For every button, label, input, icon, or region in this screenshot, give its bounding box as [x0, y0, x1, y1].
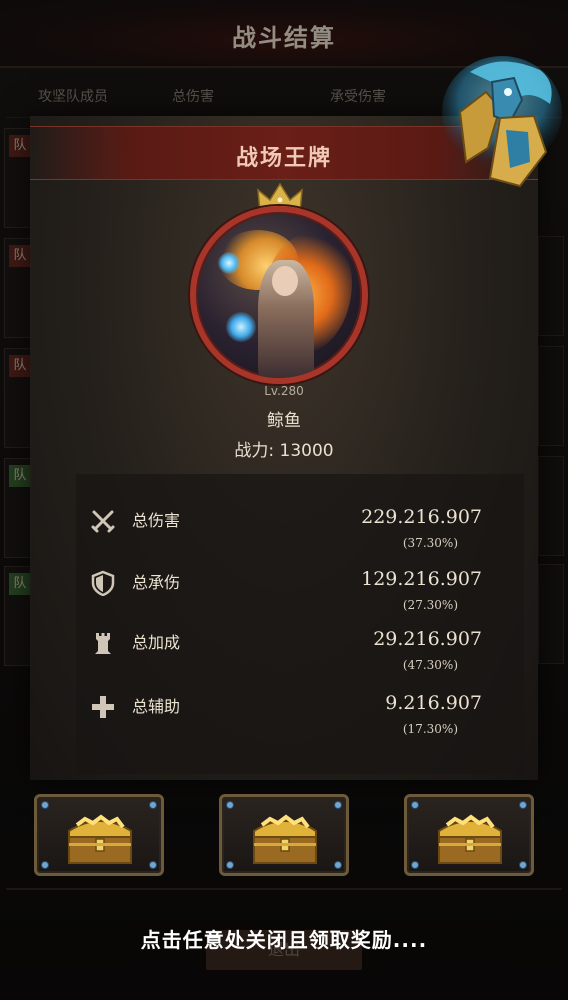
stat-percent: (47.30%): [402, 658, 458, 672]
crossed-swords-icon: [91, 510, 115, 533]
reward-chest-slot[interactable]: [219, 794, 349, 876]
stat-label: 总伤害: [132, 511, 181, 530]
reward-chest-slot[interactable]: [404, 794, 534, 876]
stat-value: 9.216.907: [385, 692, 482, 714]
treasure-chest-icon: [68, 814, 132, 864]
hero-level: Lv.280: [264, 384, 304, 398]
stats-panel: 总伤害 229.216.907 (37.30%) 总承伤 129.216.907…: [76, 474, 524, 774]
hero-portrait: [190, 206, 368, 384]
stat-label: 总加成: [132, 633, 181, 652]
plus-icon: [92, 696, 114, 718]
reward-chest-slot[interactable]: [34, 794, 164, 876]
close-prompt[interactable]: 点击任意处关闭且领取奖励....: [0, 924, 568, 953]
stat-label: 总辅助: [132, 697, 181, 716]
stat-row-damage-taken: 总承伤 129.216.907 (27.30%): [76, 558, 524, 618]
hero-name: 鲸鱼: [267, 411, 301, 431]
stat-percent: (37.30%): [402, 536, 458, 550]
stat-label: 总承伤: [132, 573, 181, 592]
tower-icon: [95, 633, 111, 654]
shield-icon: [91, 570, 115, 596]
stat-percent: (17.30%): [402, 722, 458, 736]
treasure-chest-icon: [253, 814, 317, 864]
stat-value: 129.216.907: [361, 568, 482, 590]
treasure-chest-icon: [438, 814, 502, 864]
hero-power: 战力: 13000: [234, 441, 334, 461]
stat-percent: (27.30%): [402, 598, 458, 612]
stat-value: 229.216.907: [361, 506, 482, 528]
stat-row-damage: 总伤害 229.216.907 (37.30%): [76, 496, 524, 556]
stat-row-assist: 总辅助 9.216.907 (17.30%): [76, 682, 524, 742]
ace-modal: 战场王牌 Lv.280 鲸鱼 战力: 13000 总伤害 229.216.907…: [30, 116, 538, 780]
boss-figure-icon: [442, 56, 562, 188]
stat-row-bonus: 总加成 29.216.907 (47.30%): [76, 618, 524, 678]
stat-value: 29.216.907: [373, 628, 482, 650]
